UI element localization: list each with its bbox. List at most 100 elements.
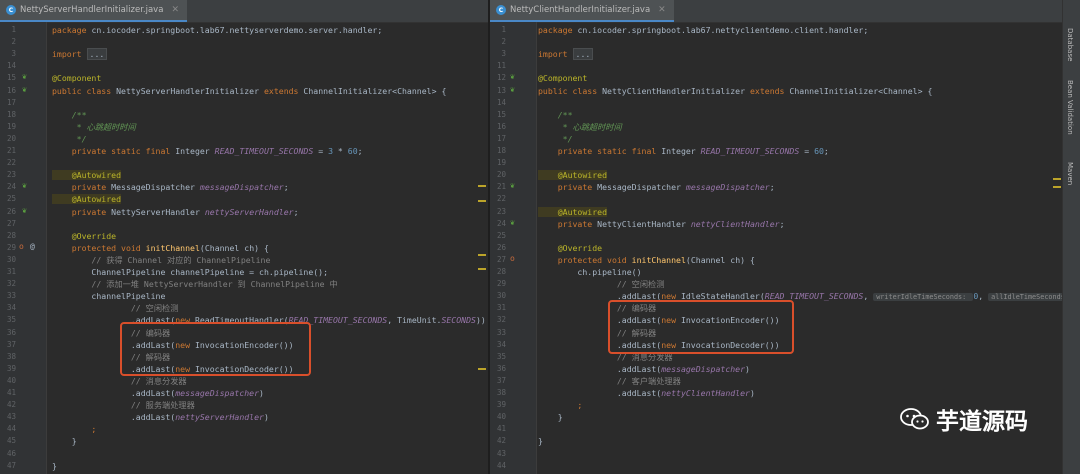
folded-imports[interactable]: ... bbox=[572, 48, 594, 61]
code-line[interactable]: 31 ChannelPipeline channelPipeline = ch.… bbox=[0, 266, 488, 278]
code-line[interactable]: 2 bbox=[0, 36, 488, 48]
code-line[interactable]: 38 .addLast(nettyClientHandler) bbox=[490, 387, 1062, 399]
code-text: .addLast(messageDispatcher) bbox=[52, 387, 264, 399]
autowired-icon[interactable]: ❦ bbox=[22, 181, 27, 190]
close-icon[interactable]: ✕ bbox=[171, 5, 179, 15]
code-line[interactable]: 18 /** bbox=[0, 109, 488, 121]
code-line[interactable]: 22 bbox=[490, 193, 1062, 205]
override-icon[interactable]: o bbox=[19, 242, 24, 251]
code-line[interactable]: 19 * 心跳超时时间 bbox=[0, 121, 488, 133]
code-line[interactable]: 32 // 添加一堆 NettyServerHandler 到 ChannelP… bbox=[0, 278, 488, 290]
code-line[interactable]: 3 import ... bbox=[490, 48, 1062, 61]
code-line[interactable]: 20 */ bbox=[0, 133, 488, 145]
code-line[interactable]: 3 import ... bbox=[0, 48, 488, 61]
code-line[interactable]: 33 channelPipeline bbox=[0, 290, 488, 302]
autowired-icon[interactable]: ❦ bbox=[510, 181, 515, 190]
code-line[interactable]: 2 bbox=[490, 36, 1062, 48]
code-line[interactable]: 18 private static final Integer READ_TIM… bbox=[490, 145, 1062, 157]
code-line[interactable]: 22 bbox=[0, 157, 488, 169]
code-line[interactable]: 25 @Autowired bbox=[0, 193, 488, 205]
code-line[interactable]: 45 } bbox=[0, 435, 488, 447]
code-line[interactable]: 26 private NettyServerHandler nettyServe… bbox=[0, 206, 488, 218]
code-line[interactable]: 17 bbox=[0, 97, 488, 109]
override-icon[interactable]: o bbox=[510, 254, 515, 263]
code-line[interactable]: 43 bbox=[490, 448, 1062, 460]
code-line[interactable]: 47} bbox=[0, 460, 488, 472]
code-line[interactable]: 14 bbox=[490, 97, 1062, 109]
code-line[interactable]: 27 bbox=[0, 218, 488, 230]
code-line[interactable]: 1 package cn.iocoder.springboot.lab67.net… bbox=[0, 24, 488, 36]
spring-bean-icon[interactable]: ❦ bbox=[510, 72, 515, 81]
code-token: private bbox=[52, 182, 112, 193]
warning-marker[interactable] bbox=[478, 200, 486, 202]
spring-bean-icon[interactable]: ❦ bbox=[22, 85, 27, 94]
code-line[interactable]: 16 * 心跳超时时间 bbox=[490, 121, 1062, 133]
annotation-icon[interactable]: @ bbox=[30, 242, 35, 251]
code-line[interactable]: 21 private static final Integer READ_TIM… bbox=[0, 145, 488, 157]
code-line[interactable]: 17 */ bbox=[490, 133, 1062, 145]
tab-server-initializer[interactable]: C NettyServerHandlerInitializer.java ✕ bbox=[0, 0, 187, 22]
code-line[interactable]: 23 @Autowired bbox=[0, 169, 488, 181]
code-line[interactable]: 20 @Autowired bbox=[490, 169, 1062, 181]
code-line[interactable]: 37 // 客户端处理器 bbox=[490, 375, 1062, 387]
code-text: @Component bbox=[52, 72, 101, 84]
warning-marker[interactable] bbox=[478, 254, 486, 256]
code-line[interactable]: 16 public class NettyServerHandlerInitial… bbox=[0, 85, 488, 97]
code-line[interactable]: 25 bbox=[490, 230, 1062, 242]
sidebar-item-database[interactable]: Database bbox=[1066, 28, 1074, 61]
code-line[interactable]: 28 ch.pipeline() bbox=[490, 266, 1062, 278]
code-line[interactable]: 30 // 获得 Channel 对应的 ChannelPipeline bbox=[0, 254, 488, 266]
warning-marker[interactable] bbox=[1053, 178, 1061, 180]
warning-marker[interactable] bbox=[478, 185, 486, 187]
code-line[interactable]: 15 @Component bbox=[0, 72, 488, 84]
code-line[interactable]: 24 private MessageDispatcher messageDisp… bbox=[0, 181, 488, 193]
code-text: // 添加一堆 NettyServerHandler 到 ChannelPipe… bbox=[52, 278, 337, 290]
code-line[interactable]: 44 bbox=[490, 460, 1062, 472]
code-line[interactable]: 40 // 消息分发器 bbox=[0, 375, 488, 387]
code-token: @Override bbox=[52, 230, 117, 241]
sidebar-item-maven[interactable]: Maven bbox=[1066, 162, 1074, 185]
code-line[interactable]: 21 private MessageDispatcher messageDisp… bbox=[490, 181, 1062, 193]
spring-bean-icon[interactable]: ❦ bbox=[22, 72, 27, 81]
code-line[interactable]: 34 // 空闲检测 bbox=[0, 302, 488, 314]
spring-bean-icon[interactable]: ❦ bbox=[510, 85, 515, 94]
code-line[interactable]: 15 /** bbox=[490, 109, 1062, 121]
code-line[interactable]: 11 bbox=[490, 60, 1062, 72]
sidebar-item-bean-validation[interactable]: Bean Validation bbox=[1066, 80, 1074, 135]
close-icon[interactable]: ✕ bbox=[658, 5, 666, 15]
code-line[interactable]: 24 private NettyClientHandler nettyClien… bbox=[490, 218, 1062, 230]
line-number: 45 bbox=[6, 436, 16, 446]
code-line[interactable]: 14 bbox=[0, 60, 488, 72]
code-line[interactable]: 29 // 空闲检测 bbox=[490, 278, 1062, 290]
code-token: messageDispatcher bbox=[685, 182, 770, 193]
code-line[interactable]: 1 package cn.iocoder.springboot.lab67.net… bbox=[490, 24, 1062, 36]
code-text: private NettyServerHandler nettyServerHa… bbox=[52, 206, 299, 218]
folded-imports[interactable]: ... bbox=[86, 48, 108, 61]
code-line[interactable]: 28 @Override bbox=[0, 230, 488, 242]
code-line[interactable]: 42} bbox=[490, 435, 1062, 447]
code-line[interactable]: 13 public class NettyClientHandlerInitial… bbox=[490, 85, 1062, 97]
code-line[interactable]: 19 bbox=[490, 157, 1062, 169]
code-token: (Channel ch) { bbox=[199, 242, 269, 253]
code-line[interactable]: 27 protected void initChannel(Channel ch… bbox=[490, 254, 1062, 266]
warning-marker[interactable] bbox=[1053, 186, 1061, 188]
code-line[interactable]: 12 @Component bbox=[490, 72, 1062, 84]
code-line[interactable]: 26 @Override bbox=[490, 242, 1062, 254]
line-number: 16 bbox=[6, 85, 16, 95]
tab-client-initializer[interactable]: C NettyClientHandlerInitializer.java ✕ bbox=[490, 0, 674, 22]
warning-marker[interactable] bbox=[478, 268, 486, 270]
autowired-icon[interactable]: ❦ bbox=[510, 218, 515, 227]
code-line[interactable]: 29 protected void initChannel(Channel ch… bbox=[0, 242, 488, 254]
code-token: MessageDispatcher bbox=[597, 182, 686, 193]
autowired-icon[interactable]: ❦ bbox=[22, 206, 27, 215]
warning-marker[interactable] bbox=[478, 368, 486, 370]
java-class-icon: C bbox=[496, 5, 506, 15]
code-line[interactable]: 23 @Autowired bbox=[490, 206, 1062, 218]
code-line[interactable]: 41 .addLast(messageDispatcher) bbox=[0, 387, 488, 399]
code-line[interactable]: 36 .addLast(messageDispatcher) bbox=[490, 363, 1062, 375]
code-line[interactable]: 46 bbox=[0, 448, 488, 460]
code-line[interactable]: 44 ; bbox=[0, 423, 488, 435]
code-token: * 心跳超时时间 bbox=[52, 121, 136, 132]
code-line[interactable]: 43 .addLast(nettyServerHandler) bbox=[0, 411, 488, 423]
code-line[interactable]: 42 // 服务端处理器 bbox=[0, 399, 488, 411]
